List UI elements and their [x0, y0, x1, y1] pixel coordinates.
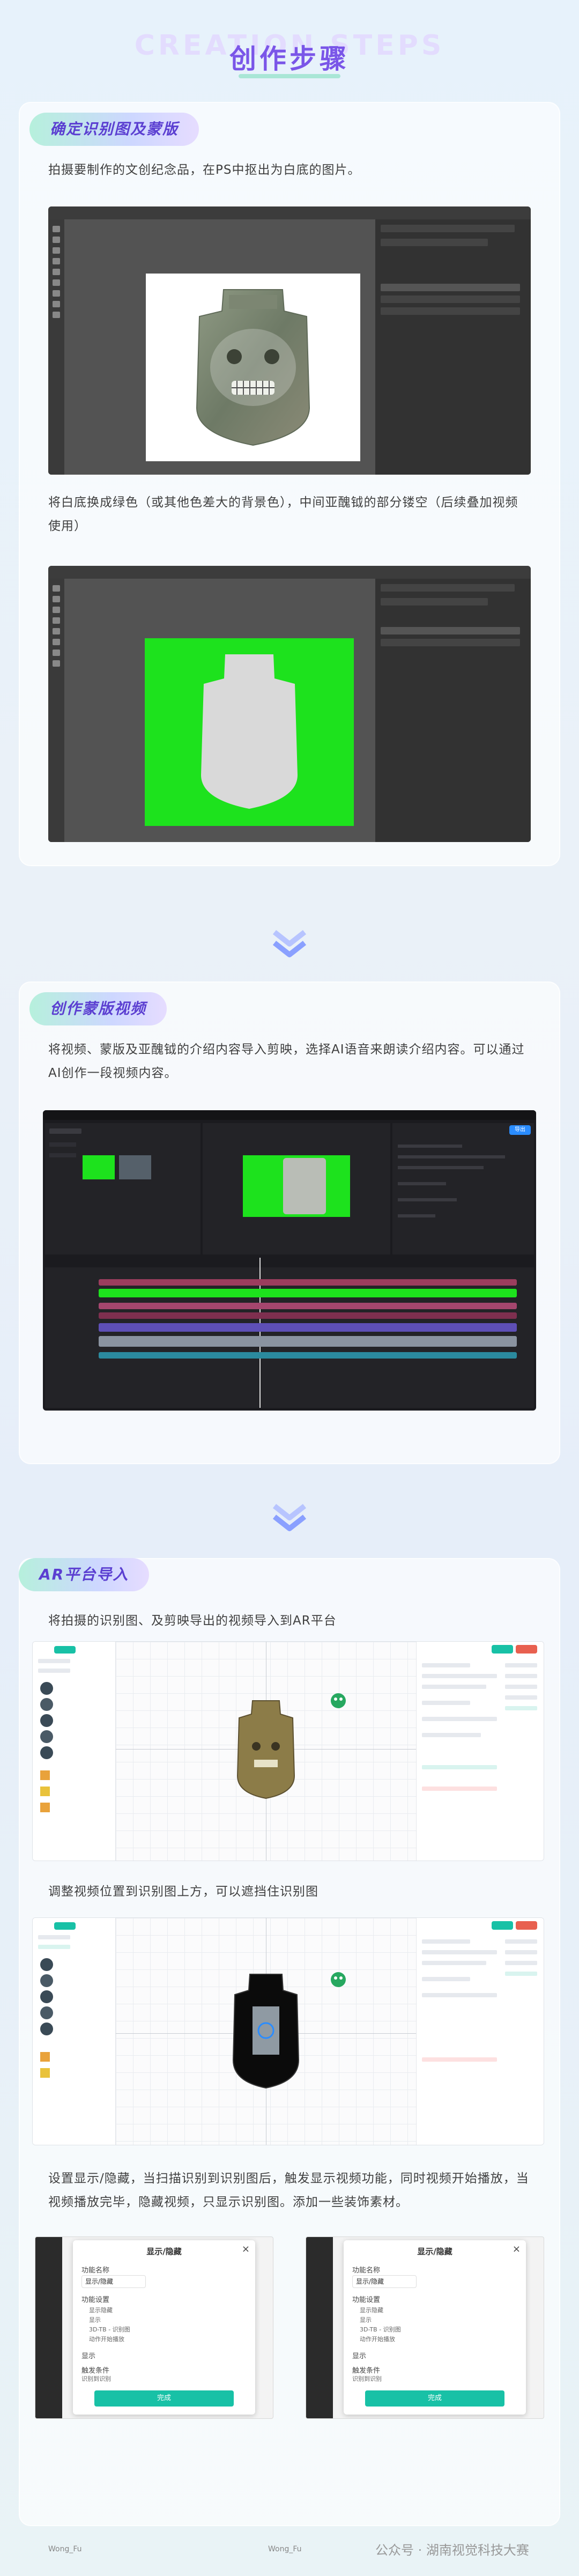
section-tag-3: AR平台导入 — [19, 1558, 150, 1591]
photoshop-screenshot-white — [48, 206, 531, 475]
ps-layers-panel — [375, 219, 531, 475]
section-card-3: AR平台导入 将拍摄的识别图、及剪映导出的视频导入到AR平台 调整视频位置到识别… — [19, 1558, 560, 2526]
page-title: 创作步骤 — [229, 43, 350, 75]
title-underline — [239, 74, 340, 78]
section-tag-2: 创作蒙版视频 — [29, 992, 167, 1025]
ps-canvas — [146, 274, 360, 461]
ar-platform-screenshot-2 — [32, 1917, 544, 2145]
ps-toolbar — [48, 219, 64, 475]
capcut-media-panel — [45, 1123, 201, 1254]
ar-scene-canvas[interactable] — [116, 1642, 416, 1861]
bronze-yue-model[interactable] — [223, 1695, 309, 1803]
confirm-button[interactable]: 完成 — [94, 2390, 234, 2407]
ps-menubar — [48, 206, 531, 219]
ar-assets-sidebar — [33, 1642, 116, 1861]
show-hide-dialog: 显示/隐藏 × 功能名称 显示/隐藏 功能设置 显示隐藏 显示 3D-TB - … — [344, 2240, 526, 2415]
dialog-screenshot-left: 显示/隐藏 × 功能名称 显示/隐藏 功能设置 显示隐藏 显示 3D-TB - … — [35, 2237, 273, 2419]
close-icon[interactable]: × — [513, 2243, 521, 2255]
ps-canvas-green — [145, 638, 354, 826]
section3-desc3: 设置显示/隐藏，当扫描识别到识别图后，触发显示视频功能，同时视频开始播放，当视频… — [48, 2172, 529, 2209]
ar-platform-screenshot-1 — [32, 1641, 544, 1861]
decoration-sprite[interactable] — [328, 1969, 349, 1990]
export-button[interactable]: 导出 — [509, 1125, 531, 1135]
capcut-preview — [203, 1123, 390, 1254]
footer-user-mid: Wong_Fu — [268, 2545, 302, 2553]
video-mask-model[interactable] — [220, 1969, 311, 2092]
hollow-mask-shape — [201, 654, 298, 809]
capcut-properties: 导出 — [392, 1123, 534, 1254]
down-arrow-icon — [272, 930, 307, 957]
section-card-1: 确定识别图及蒙版 拍摄要制作的文创纪念品，在PS中抠出为白底的图片。 将白底换成… — [19, 102, 560, 866]
section-tag-1: 确定识别图及蒙版 — [29, 113, 199, 146]
show-hide-dialog: 显示/隐藏 × 功能名称 显示/隐藏 功能设置 显示隐藏 显示 3D-TB - … — [73, 2240, 255, 2415]
footer-wechat-tag: 公众号 · 湖南视觉科技大赛 — [375, 2543, 529, 2558]
close-icon[interactable]: × — [242, 2243, 250, 2255]
dialog-screenshot-right: 显示/隐藏 × 功能名称 显示/隐藏 功能设置 显示隐藏 显示 3D-TB - … — [306, 2237, 544, 2419]
section2-desc: 将视频、蒙版及亚醜钺的介绍内容导入剪映，选择AI语音来朗读介绍内容。可以通过AI… — [48, 1043, 525, 1080]
ar-properties-panel — [416, 1642, 544, 1861]
confirm-button[interactable]: 完成 — [365, 2390, 504, 2407]
section-card-2: 创作蒙版视频 将视频、蒙版及亚醜钺的介绍内容导入剪映，选择AI语音来朗读介绍内容… — [19, 981, 560, 1464]
capcut-timeline — [45, 1258, 534, 1408]
decoration-sprite[interactable] — [328, 1690, 349, 1711]
bronze-yue-image — [196, 289, 310, 446]
down-arrow-icon — [272, 1504, 307, 1531]
section3-desc2: 调整视频位置到识别图上方，可以遮挡住识别图 — [48, 1885, 318, 1899]
section1-desc2: 将白底换成绿色（或其他色差大的背景色），中间亚醜钺的部分镂空（后续叠加视频使用） — [48, 496, 518, 533]
section3-desc1: 将拍摄的识别图、及剪映导出的视频导入到AR平台 — [48, 1614, 337, 1628]
footer-user-left: Wong_Fu — [48, 2545, 82, 2553]
photoshop-screenshot-green — [48, 566, 531, 842]
capcut-screenshot: 导出 — [43, 1110, 536, 1411]
section1-desc1: 拍摄要制作的文创纪念品，在PS中抠出为白底的图片。 — [48, 163, 361, 177]
